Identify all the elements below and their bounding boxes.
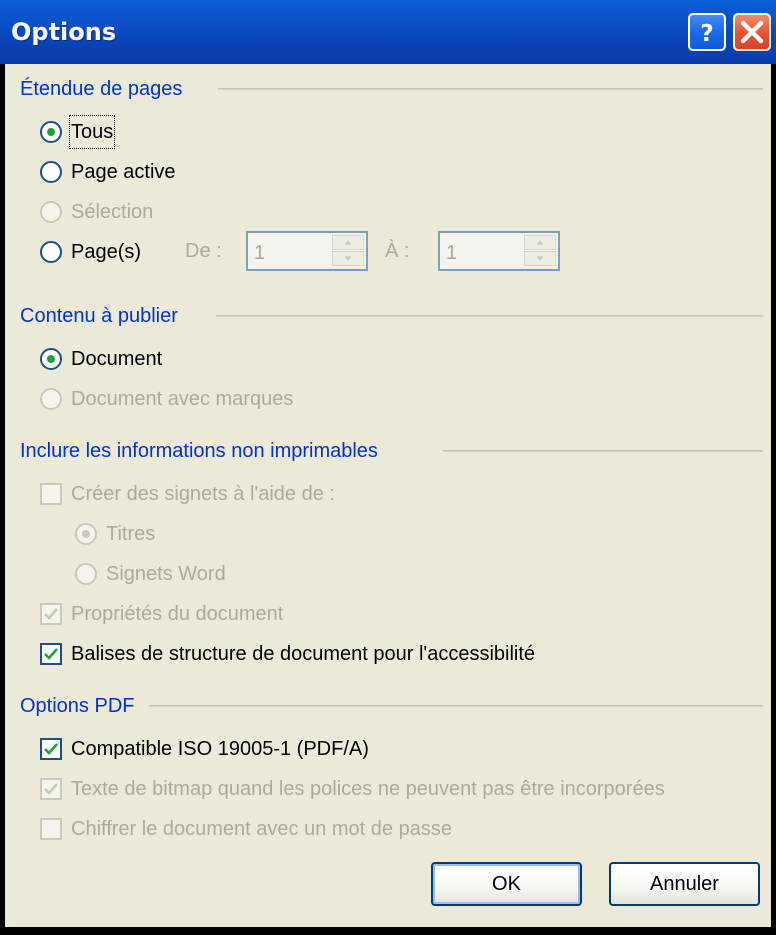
spin-down-icon — [344, 256, 352, 261]
close-icon — [740, 20, 764, 44]
to-label: À : — [385, 240, 410, 262]
content-divider — [216, 315, 763, 317]
close-button[interactable] — [733, 13, 771, 51]
iso-checkbox[interactable] — [40, 738, 62, 760]
from-label: De : — [185, 240, 222, 262]
encrypt-checkbox — [40, 818, 62, 840]
help-button[interactable]: ? — [688, 13, 726, 51]
content-document-label: Document — [71, 348, 163, 370]
check-icon — [44, 608, 58, 620]
cancel-button[interactable]: Annuler — [609, 862, 760, 906]
to-page-spin-up — [524, 235, 556, 250]
word-bookmarks-label: Signets Word — [106, 563, 226, 585]
to-page-spin-buttons — [524, 235, 556, 267]
structure-tags-checkbox[interactable] — [40, 643, 62, 665]
radio-selected-dot — [47, 355, 55, 363]
bookmarks-checkbox — [40, 483, 62, 505]
svg-text:?: ? — [700, 20, 714, 47]
page-range-selection-label: Sélection — [71, 201, 154, 223]
from-page-value: 1 — [254, 242, 266, 264]
headings-radio — [75, 523, 97, 545]
headings-label: Titres — [106, 523, 156, 545]
dialog-body: Étendue de pages Tous Page active Sélect… — [5, 64, 771, 927]
nonprint-divider — [443, 450, 763, 452]
encrypt-label: Chiffrer le document avec un mot de pass… — [71, 818, 452, 840]
page-range-pages-radio[interactable] — [40, 241, 62, 263]
content-document-radio[interactable] — [40, 348, 62, 370]
doc-properties-label: Propriétés du document — [71, 603, 284, 625]
radio-selected-dot — [47, 128, 55, 136]
to-page-spinner: 1 — [438, 231, 560, 271]
spin-up-icon — [344, 240, 352, 245]
page-range-active-label: Page active — [71, 161, 176, 183]
options-dialog: Options ? Étendue de pages Tous Page act… — [0, 0, 776, 935]
word-bookmarks-radio — [75, 563, 97, 585]
bitmap-checkbox — [40, 778, 62, 800]
page-range-group-title: Étendue de pages — [20, 78, 183, 100]
from-page-spin-down — [332, 251, 364, 266]
dialog-title: Options — [11, 18, 117, 46]
title-bar[interactable]: Options ? — [0, 0, 776, 64]
radio-selected-dot — [82, 530, 90, 538]
check-icon — [44, 743, 58, 755]
page-range-pages-label: Page(s) — [71, 241, 142, 263]
to-page-spin-down — [524, 251, 556, 266]
doc-properties-checkbox — [40, 603, 62, 625]
bookmarks-label: Créer des signets à l'aide de : — [71, 483, 335, 505]
page-range-selection-radio — [40, 201, 62, 223]
content-group-title: Contenu à publier — [20, 305, 178, 327]
page-range-active-radio[interactable] — [40, 161, 62, 183]
from-page-spin-up — [332, 235, 364, 250]
check-icon — [44, 783, 58, 795]
from-page-spin-buttons — [332, 235, 364, 267]
ok-button[interactable]: OK — [431, 862, 582, 906]
content-markup-label: Document avec marques — [71, 388, 294, 410]
bitmap-label: Texte de bitmap quand les polices ne peu… — [71, 778, 665, 800]
help-icon: ? — [700, 20, 714, 47]
nonprint-group-title: Inclure les informations non imprimables — [20, 440, 378, 462]
to-page-value: 1 — [446, 242, 458, 264]
page-range-all-radio[interactable] — [40, 121, 62, 143]
spin-up-icon — [536, 240, 544, 245]
check-icon — [44, 648, 58, 660]
content-markup-radio — [40, 388, 62, 410]
spin-down-icon — [536, 256, 544, 261]
page-range-all-label: Tous — [68, 115, 116, 149]
iso-label: Compatible ISO 19005-1 (PDF/A) — [71, 738, 369, 760]
from-page-spinner: 1 — [246, 231, 368, 271]
pdf-divider — [149, 705, 763, 707]
structure-tags-label: Balises de structure de document pour l'… — [71, 643, 536, 665]
page-range-divider — [218, 88, 763, 90]
pdf-group-title: Options PDF — [20, 695, 135, 717]
